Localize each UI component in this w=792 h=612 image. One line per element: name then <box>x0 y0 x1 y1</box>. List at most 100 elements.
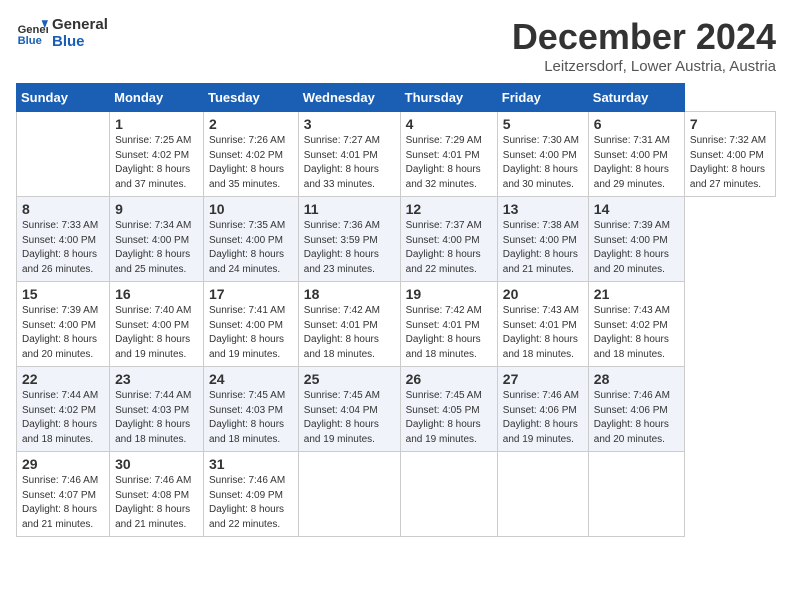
calendar-day-cell <box>400 452 497 537</box>
calendar-day-cell: 15 Sunrise: 7:39 AMSunset: 4:00 PMDayligh… <box>17 282 110 367</box>
day-number: 18 <box>304 286 395 302</box>
calendar-day-cell: 9 Sunrise: 7:34 AMSunset: 4:00 PMDaylight… <box>110 197 204 282</box>
day-info: Sunrise: 7:46 AMSunset: 4:07 PMDaylight:… <box>22 474 104 532</box>
logo-line2: Blue <box>52 33 108 50</box>
header-row: SundayMondayTuesdayWednesdayThursdayFrid… <box>17 84 776 112</box>
day-number: 22 <box>22 371 104 387</box>
day-info: Sunrise: 7:32 AMSunset: 4:00 PMDaylight:… <box>690 134 770 192</box>
header-day: Wednesday <box>298 84 400 112</box>
day-info: Sunrise: 7:43 AMSunset: 4:01 PMDaylight:… <box>503 304 583 362</box>
day-number: 17 <box>209 286 293 302</box>
day-info: Sunrise: 7:42 AMSunset: 4:01 PMDaylight:… <box>406 304 492 362</box>
day-number: 10 <box>209 201 293 217</box>
calendar-day-cell: 3Sunrise: 7:27 AMSunset: 4:01 PMDaylight… <box>298 112 400 197</box>
day-info: Sunrise: 7:45 AMSunset: 4:05 PMDaylight:… <box>406 389 492 447</box>
calendar-day-cell: 28 Sunrise: 7:46 AMSunset: 4:06 PMDayligh… <box>588 367 684 452</box>
calendar-day-cell <box>298 452 400 537</box>
calendar-day-cell: 26 Sunrise: 7:45 AMSunset: 4:05 PMDayligh… <box>400 367 497 452</box>
day-info: Sunrise: 7:31 AMSunset: 4:00 PMDaylight:… <box>594 134 679 192</box>
day-info: Sunrise: 7:34 AMSunset: 4:00 PMDaylight:… <box>115 219 198 277</box>
day-number: 29 <box>22 456 104 472</box>
day-info: Sunrise: 7:43 AMSunset: 4:02 PMDaylight:… <box>594 304 679 362</box>
header-day: Thursday <box>400 84 497 112</box>
calendar-day-cell: 27 Sunrise: 7:46 AMSunset: 4:06 PMDayligh… <box>497 367 588 452</box>
day-info: Sunrise: 7:26 AMSunset: 4:02 PMDaylight:… <box>209 134 293 192</box>
logo: General Blue General Blue <box>16 16 108 50</box>
day-number: 1 <box>115 116 198 132</box>
day-info: Sunrise: 7:46 AMSunset: 4:09 PMDaylight:… <box>209 474 293 532</box>
calendar-day-cell <box>588 452 684 537</box>
day-number: 27 <box>503 371 583 387</box>
day-info: Sunrise: 7:44 AMSunset: 4:02 PMDaylight:… <box>22 389 104 447</box>
calendar-table: SundayMondayTuesdayWednesdayThursdayFrid… <box>16 83 776 537</box>
day-number: 5 <box>503 116 583 132</box>
day-number: 23 <box>115 371 198 387</box>
day-number: 6 <box>594 116 679 132</box>
day-number: 7 <box>690 116 770 132</box>
calendar-day-cell: 19 Sunrise: 7:42 AMSunset: 4:01 PMDayligh… <box>400 282 497 367</box>
day-number: 20 <box>503 286 583 302</box>
day-info: Sunrise: 7:29 AMSunset: 4:01 PMDaylight:… <box>406 134 492 192</box>
calendar-day-cell: 6 Sunrise: 7:31 AMSunset: 4:00 PMDaylight… <box>588 112 684 197</box>
calendar-day-cell <box>17 112 110 197</box>
calendar-day-cell: 24Sunrise: 7:45 AMSunset: 4:03 PMDayligh… <box>204 367 299 452</box>
day-info: Sunrise: 7:40 AMSunset: 4:00 PMDaylight:… <box>115 304 198 362</box>
calendar-day-cell: 7 Sunrise: 7:32 AMSunset: 4:00 PMDaylight… <box>684 112 775 197</box>
calendar-day-cell: 11Sunrise: 7:36 AMSunset: 3:59 PMDayligh… <box>298 197 400 282</box>
calendar-day-cell: 30Sunrise: 7:46 AMSunset: 4:08 PMDayligh… <box>110 452 204 537</box>
day-info: Sunrise: 7:35 AMSunset: 4:00 PMDaylight:… <box>209 219 293 277</box>
calendar-day-cell <box>497 452 588 537</box>
calendar-day-cell: 21 Sunrise: 7:43 AMSunset: 4:02 PMDayligh… <box>588 282 684 367</box>
day-number: 11 <box>304 201 395 217</box>
calendar-day-cell: 31 Sunrise: 7:46 AMSunset: 4:09 PMDayligh… <box>204 452 299 537</box>
logo-line1: General <box>52 16 108 33</box>
calendar-week-row: 8Sunrise: 7:33 AMSunset: 4:00 PMDaylight… <box>17 197 776 282</box>
calendar-week-row: 29 Sunrise: 7:46 AMSunset: 4:07 PMDayligh… <box>17 452 776 537</box>
day-number: 19 <box>406 286 492 302</box>
day-info: Sunrise: 7:25 AMSunset: 4:02 PMDaylight:… <box>115 134 198 192</box>
day-info: Sunrise: 7:27 AMSunset: 4:01 PMDaylight:… <box>304 134 395 192</box>
day-number: 15 <box>22 286 104 302</box>
day-info: Sunrise: 7:39 AMSunset: 4:00 PMDaylight:… <box>22 304 104 362</box>
calendar-day-cell: 20 Sunrise: 7:43 AMSunset: 4:01 PMDayligh… <box>497 282 588 367</box>
svg-text:General: General <box>18 24 48 36</box>
calendar-day-cell: 4 Sunrise: 7:29 AMSunset: 4:01 PMDaylight… <box>400 112 497 197</box>
day-number: 4 <box>406 116 492 132</box>
logo-icon: General Blue <box>16 17 48 49</box>
day-info: Sunrise: 7:38 AMSunset: 4:00 PMDaylight:… <box>503 219 583 277</box>
day-info: Sunrise: 7:45 AMSunset: 4:03 PMDaylight:… <box>209 389 293 447</box>
day-number: 9 <box>115 201 198 217</box>
day-info: Sunrise: 7:41 AMSunset: 4:00 PMDaylight:… <box>209 304 293 362</box>
calendar-day-cell: 16 Sunrise: 7:40 AMSunset: 4:00 PMDayligh… <box>110 282 204 367</box>
calendar-day-cell: 14Sunrise: 7:39 AMSunset: 4:00 PMDayligh… <box>588 197 684 282</box>
day-number: 21 <box>594 286 679 302</box>
calendar-header: SundayMondayTuesdayWednesdayThursdayFrid… <box>17 84 776 112</box>
header: General Blue General Blue December 2024 … <box>16 16 776 75</box>
day-info: Sunrise: 7:46 AMSunset: 4:06 PMDaylight:… <box>503 389 583 447</box>
calendar-day-cell: 22 Sunrise: 7:44 AMSunset: 4:02 PMDayligh… <box>17 367 110 452</box>
calendar-day-cell: 8Sunrise: 7:33 AMSunset: 4:00 PMDaylight… <box>17 197 110 282</box>
day-number: 16 <box>115 286 198 302</box>
calendar-subtitle: Leitzersdorf, Lower Austria, Austria <box>512 58 776 75</box>
calendar-title: December 2024 <box>512 16 776 58</box>
day-info: Sunrise: 7:46 AMSunset: 4:06 PMDaylight:… <box>594 389 679 447</box>
title-area: December 2024 Leitzersdorf, Lower Austri… <box>512 16 776 75</box>
day-number: 14 <box>594 201 679 217</box>
day-number: 13 <box>503 201 583 217</box>
day-number: 30 <box>115 456 198 472</box>
day-number: 25 <box>304 371 395 387</box>
calendar-week-row: 15 Sunrise: 7:39 AMSunset: 4:00 PMDayligh… <box>17 282 776 367</box>
header-day: Monday <box>110 84 204 112</box>
header-day: Sunday <box>17 84 110 112</box>
calendar-day-cell: 23 Sunrise: 7:44 AMSunset: 4:03 PMDayligh… <box>110 367 204 452</box>
calendar-day-cell: 12Sunrise: 7:37 AMSunset: 4:00 PMDayligh… <box>400 197 497 282</box>
day-number: 12 <box>406 201 492 217</box>
day-number: 31 <box>209 456 293 472</box>
day-number: 26 <box>406 371 492 387</box>
day-info: Sunrise: 7:44 AMSunset: 4:03 PMDaylight:… <box>115 389 198 447</box>
day-number: 28 <box>594 371 679 387</box>
calendar-day-cell: 10 Sunrise: 7:35 AMSunset: 4:00 PMDayligh… <box>204 197 299 282</box>
calendar-body: 1 Sunrise: 7:25 AMSunset: 4:02 PMDaylight… <box>17 112 776 537</box>
calendar-day-cell: 5Sunrise: 7:30 AMSunset: 4:00 PMDaylight… <box>497 112 588 197</box>
day-number: 2 <box>209 116 293 132</box>
